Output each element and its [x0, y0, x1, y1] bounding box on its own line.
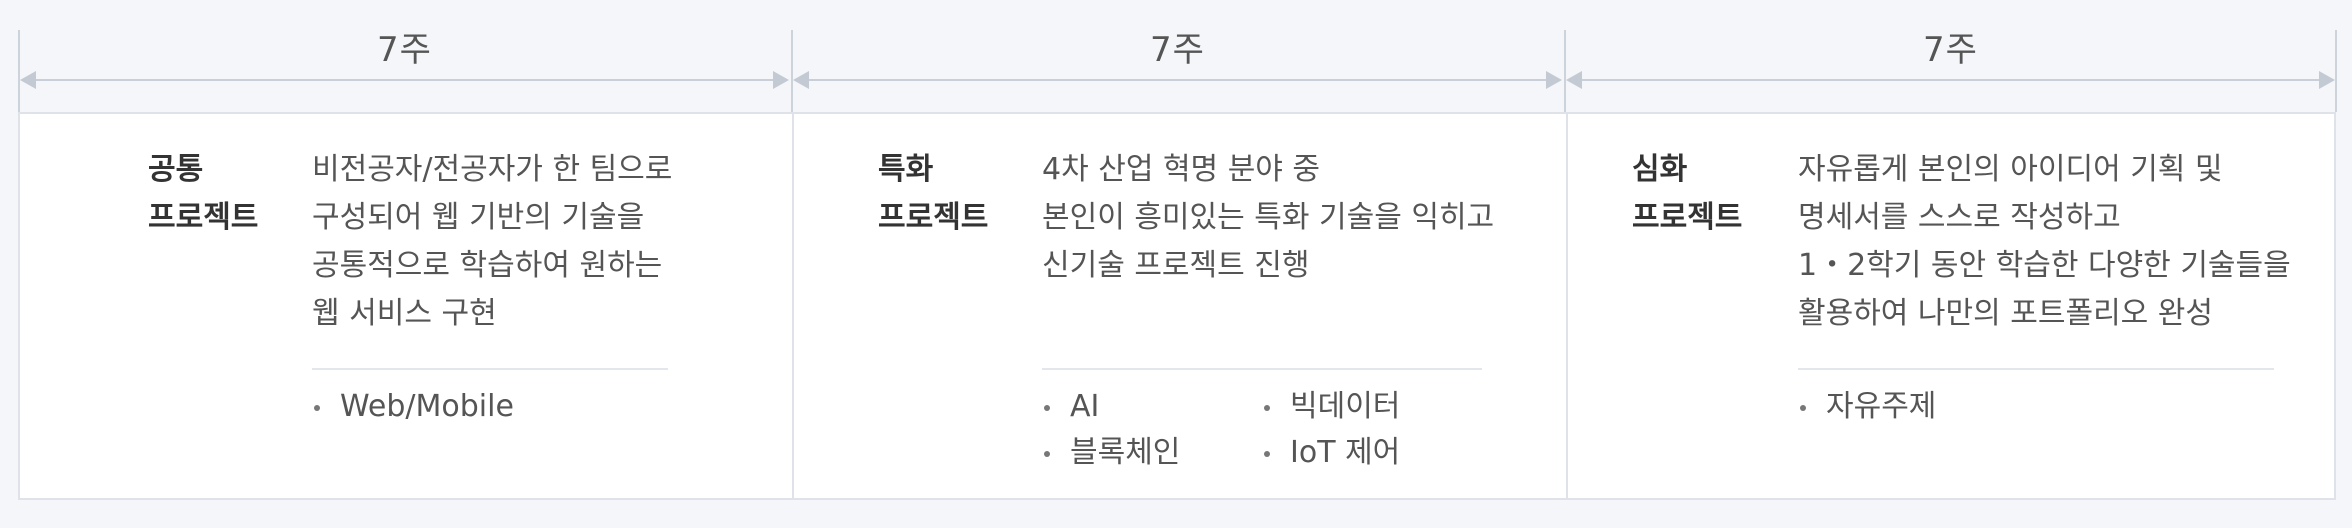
arrow-right-icon [2319, 71, 2335, 89]
tag-item: AI [1042, 384, 1262, 430]
tag-item: 빅데이터 [1262, 384, 1482, 430]
card-title-line: 프로젝트 [148, 200, 259, 235]
tag-list: Web/Mobile [312, 384, 514, 430]
timeline-segment-2: 7주 [791, 0, 1564, 112]
card-common-project: 공통 프로젝트 비전공자/전공자가 한 팀으로 구성되어 웹 기반의 기술을 공… [20, 114, 792, 498]
timeline-line [1574, 79, 2327, 81]
card-title-line: 심화 [1632, 152, 1688, 187]
arrow-left-icon [1566, 71, 1582, 89]
project-cards: 공통 프로젝트 비전공자/전공자가 한 팀으로 구성되어 웹 기반의 기술을 공… [18, 112, 2336, 500]
desc-line: 4차 산업 혁명 분야 중 [1042, 152, 1321, 187]
timeline-line [801, 79, 1554, 81]
card-title-line: 프로젝트 [1632, 200, 1743, 235]
duration-label: 7주 [377, 30, 432, 70]
card-title: 특화 프로젝트 [878, 146, 988, 242]
desc-line: 1・2학기 동안 학습한 다양한 기술들을 [1798, 248, 2291, 283]
desc-line: 활용하여 나만의 포트폴리오 완성 [1798, 296, 2214, 331]
card-title: 심화 프로젝트 [1632, 146, 1742, 242]
desc-line: 비전공자/전공자가 한 팀으로 [312, 152, 673, 187]
arrow-left-icon [793, 71, 809, 89]
tag-item: 자유주제 [1798, 384, 1936, 430]
card-title-line: 프로젝트 [878, 200, 989, 235]
divider [312, 368, 668, 370]
divider [1042, 368, 1482, 370]
arrow-right-icon [1546, 71, 1562, 89]
tag-item: IoT 제어 [1262, 430, 1482, 476]
desc-line: 명세서를 스스로 작성하고 [1798, 200, 2121, 235]
card-title-line: 특화 [878, 152, 934, 187]
tag-list: 자유주제 [1798, 384, 1936, 430]
desc-line: 구성되어 웹 기반의 기술을 [312, 200, 645, 235]
card-title: 공통 프로젝트 [148, 146, 258, 242]
desc-line: 신기술 프로젝트 진행 [1042, 248, 1310, 283]
arrow-right-icon [773, 71, 789, 89]
card-specialized-project: 특화 프로젝트 4차 산업 혁명 분야 중 본인이 흥미있는 특화 기술을 익히… [792, 114, 1568, 498]
timeline-segment-1: 7주 [18, 0, 791, 112]
card-description: 비전공자/전공자가 한 팀으로 구성되어 웹 기반의 기술을 공통적으로 학습하… [312, 146, 672, 338]
desc-line: 본인이 흥미있는 특화 기술을 익히고 [1042, 200, 1495, 235]
desc-line: 공통적으로 학습하여 원하는 [312, 248, 663, 283]
duration-label: 7주 [1150, 30, 1205, 70]
divider [1798, 368, 2274, 370]
desc-line: 웹 서비스 구현 [312, 296, 497, 331]
card-description: 자유롭게 본인의 아이디어 기획 및 명세서를 스스로 작성하고 1・2학기 동… [1798, 146, 2291, 338]
card-advanced-project: 심화 프로젝트 자유롭게 본인의 아이디어 기획 및 명세서를 스스로 작성하고… [1566, 114, 2338, 498]
tag-list: AI 빅데이터 블록체인 IoT 제어 [1042, 384, 1482, 476]
arrow-left-icon [20, 71, 36, 89]
timeline-segment-3: 7주 [1564, 0, 2337, 112]
tag-item: 블록체인 [1042, 430, 1262, 476]
desc-line: 자유롭게 본인의 아이디어 기획 및 [1798, 152, 2223, 187]
timeline: 7주 7주 7주 [18, 0, 2338, 112]
duration-label: 7주 [1923, 30, 1978, 70]
tag-item: Web/Mobile [312, 384, 514, 430]
timeline-line [28, 79, 781, 81]
card-title-line: 공통 [148, 152, 204, 187]
card-description: 4차 산업 혁명 분야 중 본인이 흥미있는 특화 기술을 익히고 신기술 프로… [1042, 146, 1494, 290]
